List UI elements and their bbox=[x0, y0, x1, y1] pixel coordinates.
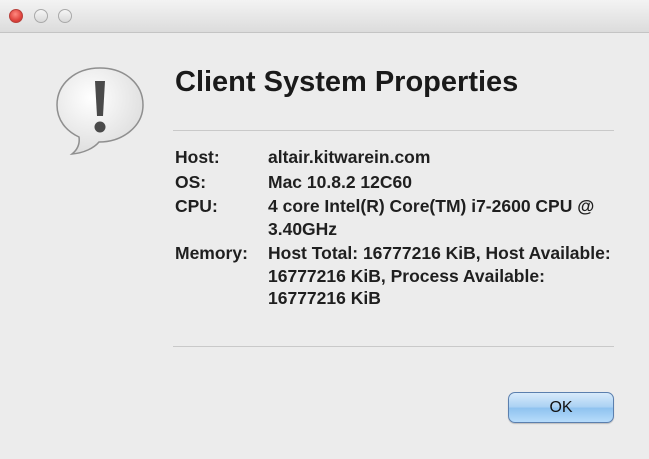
close-window-button[interactable] bbox=[9, 9, 23, 23]
os-row: OS: Mac 10.8.2 12C60 bbox=[175, 171, 620, 194]
bottom-divider bbox=[173, 346, 614, 347]
top-divider bbox=[173, 130, 614, 131]
memory-label: Memory: bbox=[175, 243, 248, 263]
dialog-window: Client System Properties Host: altair.ki… bbox=[0, 0, 649, 459]
memory-value: Host Total: 16777216 KiB, Host Available… bbox=[268, 243, 611, 308]
cpu-row: CPU: 4 core Intel(R) Core(TM) i7-2600 CP… bbox=[175, 195, 620, 240]
os-label: OS: bbox=[175, 171, 207, 192]
properties-list: Host: altair.kitwarein.com OS: Mac 10.8.… bbox=[175, 146, 620, 312]
ok-button[interactable]: OK bbox=[508, 392, 614, 423]
cpu-label: CPU: bbox=[175, 196, 218, 216]
title-bar bbox=[0, 0, 649, 33]
host-value: altair.kitwarein.com bbox=[268, 147, 431, 167]
dialog-title: Client System Properties bbox=[175, 66, 519, 98]
zoom-window-button[interactable] bbox=[58, 9, 72, 23]
host-label: Host: bbox=[175, 147, 220, 167]
alert-icon bbox=[56, 67, 144, 155]
cpu-value: 4 core Intel(R) Core(TM) i7-2600 CPU @ 3… bbox=[268, 196, 595, 239]
host-row: Host: altair.kitwarein.com bbox=[175, 146, 620, 169]
os-value: Mac 10.8.2 12C60 bbox=[268, 171, 412, 192]
minimize-window-button[interactable] bbox=[34, 9, 48, 23]
memory-row: Memory: Host Total: 16777216 KiB, Host A… bbox=[175, 242, 620, 310]
